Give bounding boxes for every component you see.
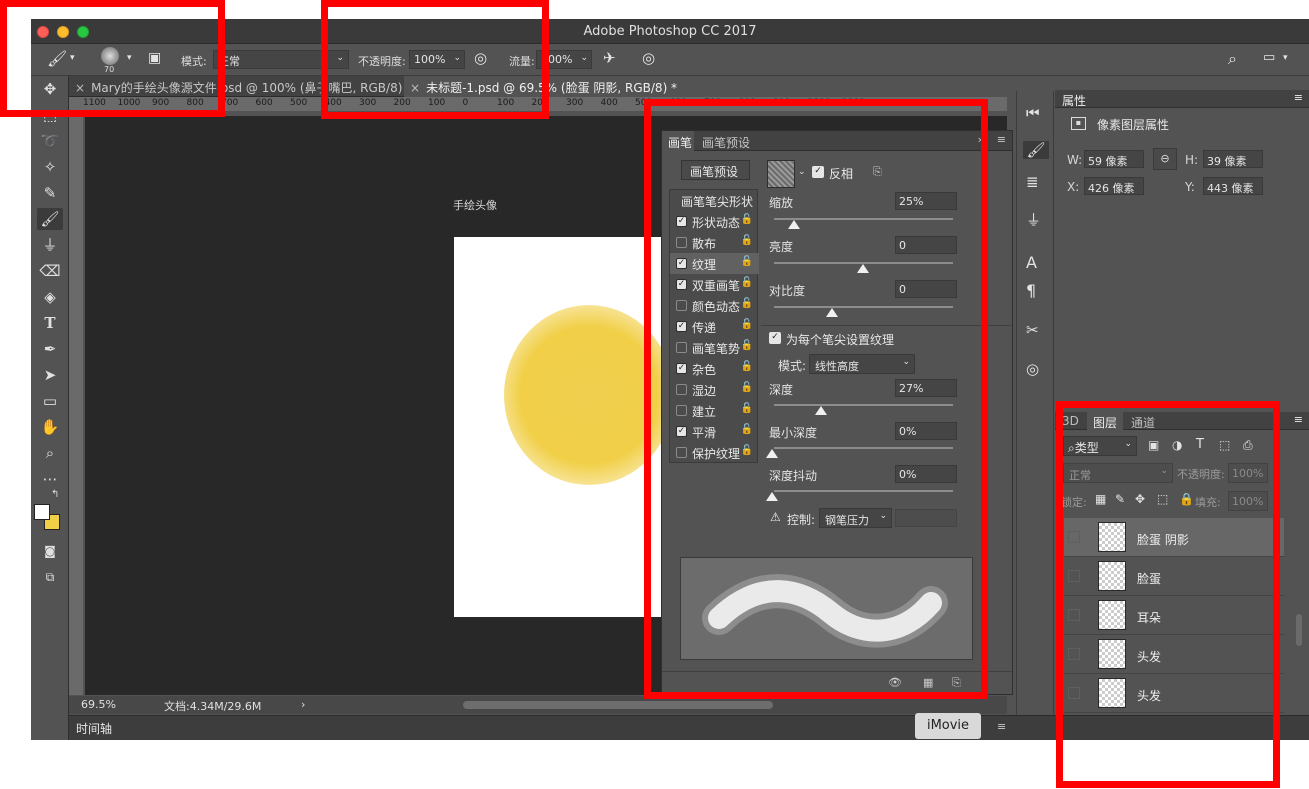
highlight-box-brush-panel xyxy=(644,99,988,699)
workspace-switcher-icon[interactable]: ▭ xyxy=(1263,50,1275,65)
horizontal-scrollbar[interactable] xyxy=(463,701,773,709)
highlight-box-layers xyxy=(1056,401,1280,788)
properties-header: 属性 ≡ xyxy=(1055,90,1309,108)
artboard-canvas[interactable] xyxy=(454,237,674,617)
panel-menu-icon[interactable]: ≡ xyxy=(997,720,1006,733)
foreground-color-swatch[interactable] xyxy=(34,504,50,520)
artboard-label: 手绘头像 xyxy=(453,199,497,212)
ruler-tick-label: 600 xyxy=(255,98,273,108)
zoom-tool-icon[interactable]: ⌕ xyxy=(37,442,63,464)
type-tool-icon[interactable]: T xyxy=(37,312,63,334)
imovie-label: iMovie xyxy=(926,718,970,733)
clone-source-icon[interactable]: ⏚ xyxy=(1026,209,1041,230)
rectangle-tool-icon[interactable]: ▭ xyxy=(37,390,63,412)
panel-menu-icon[interactable]: ≡ xyxy=(1294,91,1303,104)
eraser-tool-icon[interactable]: ⌫ xyxy=(37,260,63,282)
width-label: W: xyxy=(1067,153,1083,167)
airbrush-icon[interactable]: ✈ xyxy=(603,49,616,67)
paint-bucket-tool-icon[interactable]: ◈ xyxy=(37,286,63,308)
chevron-down-icon: ⌄ xyxy=(580,53,588,63)
panel-dock-strip: ⏮ 🖌 ≣ ⏚ A ¶ ✂ ◎ xyxy=(1016,91,1054,715)
properties-title[interactable]: 属性 xyxy=(1062,92,1086,109)
pixel-layer-icon: ▪ xyxy=(1071,117,1086,130)
brush-tool-icon[interactable]: 🖌 xyxy=(37,208,63,230)
layers-scrollbar[interactable] xyxy=(1296,614,1302,646)
properties-panel: 属性 ≡ ▪ 像素图层属性 W: 59 像素 ⊖ H: 39 像素 X: 426… xyxy=(1055,90,1309,406)
vertical-ruler xyxy=(69,111,83,695)
paragraph-icon[interactable]: ¶ xyxy=(1026,281,1036,300)
highlight-box-opacity xyxy=(321,0,549,119)
history-icon[interactable]: ⏮ xyxy=(1026,104,1040,122)
magic-wand-tool-icon[interactable]: ✧ xyxy=(37,156,63,178)
stamp-tool-icon[interactable]: ⏚ xyxy=(37,234,63,256)
x-label: X: xyxy=(1067,180,1080,194)
width-input[interactable]: 59 像素 xyxy=(1084,150,1144,168)
ruler-tick-label: 300 xyxy=(566,98,584,108)
ruler-tick-label: 500 xyxy=(290,98,308,108)
brush-presets-icon[interactable]: ≣ xyxy=(1026,173,1039,191)
tools-panel: ✥ ⬚ ➰ ✧ ✎ 🖌 ⏚ ⌫ ◈ T ✒ ➤ ▭ ✋ ⌕ ⋯ ↰ ◙ ⧉ xyxy=(31,76,69,740)
quick-mask-icon[interactable]: ◙ xyxy=(37,540,63,562)
panel-menu-icon[interactable]: ≡ xyxy=(997,133,1006,146)
imovie-tooltip: iMovie xyxy=(915,713,981,739)
y-input[interactable]: 443 像素 xyxy=(1203,177,1263,195)
link-icon[interactable]: ⊖ xyxy=(1153,148,1177,170)
character-icon[interactable]: A xyxy=(1026,253,1037,272)
chevron-right-icon[interactable]: › xyxy=(301,698,305,711)
height-input[interactable]: 39 像素 xyxy=(1203,150,1263,168)
search-icon[interactable]: ⌕ xyxy=(1228,49,1237,69)
chevron-down-icon[interactable]: ▾ xyxy=(1283,53,1288,63)
highlight-box-brush-preset xyxy=(0,0,225,117)
document-size[interactable]: 文档:4.34M/29.6M xyxy=(164,698,261,714)
x-input[interactable]: 426 像素 xyxy=(1084,177,1144,195)
more-tools-icon[interactable]: ⋯ xyxy=(37,468,63,490)
timeline-tab[interactable]: 时间轴 xyxy=(76,720,112,737)
screen-mode-icon[interactable]: ⧉ xyxy=(37,566,63,588)
pressure-size-icon[interactable]: ◎ xyxy=(642,49,655,67)
lasso-tool-icon[interactable]: ➰ xyxy=(37,130,63,152)
libraries-icon[interactable]: ◎ xyxy=(1026,360,1039,378)
swap-colors-icon[interactable]: ↰ xyxy=(51,489,59,500)
zoom-level[interactable]: 69.5% xyxy=(81,698,116,711)
y-label: Y: xyxy=(1185,180,1195,194)
eyedropper-tool-icon[interactable]: ✎ xyxy=(37,182,63,204)
ruler-tick-label: 400 xyxy=(600,98,618,108)
pen-tool-icon[interactable]: ✒ xyxy=(37,338,63,360)
brush-panel-icon[interactable]: 🖌 xyxy=(1023,141,1049,159)
height-label: H: xyxy=(1185,153,1199,167)
path-selection-tool-icon[interactable]: ➤ xyxy=(37,364,63,386)
hand-tool-icon[interactable]: ✋ xyxy=(37,416,63,438)
panel-menu-icon[interactable]: ≡ xyxy=(1294,413,1303,426)
pixel-layer-properties-label: 像素图层属性 xyxy=(1097,118,1170,132)
tool-presets-icon[interactable]: ✂ xyxy=(1026,321,1039,339)
